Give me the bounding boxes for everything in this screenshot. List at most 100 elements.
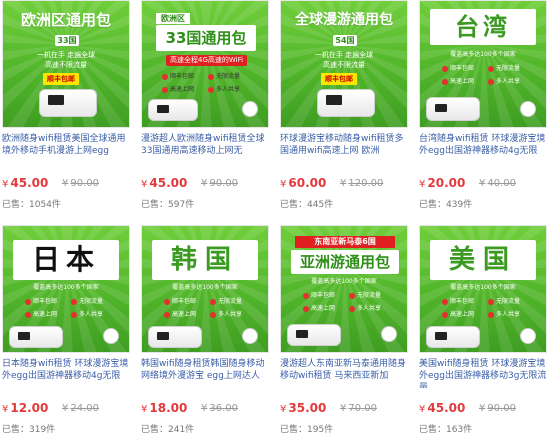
banner-heading: 美国 xyxy=(430,240,536,280)
product-card[interactable]: 台湾 覆盖高多达100多个国家 顺丰包邮 无限流量 高速上网 多人共享 台湾随身… xyxy=(419,0,547,215)
feature-item: 顺丰包邮 xyxy=(160,71,206,83)
product-image[interactable]: 全球漫游通用包 54国 一机在手 走遍全球 高速不限流量 顺丰包邮 xyxy=(280,0,408,128)
price: ¥20.00 xyxy=(419,176,466,190)
router-icon xyxy=(426,326,480,348)
feature-item: 高速上网 xyxy=(440,76,486,88)
router-icon xyxy=(39,89,97,117)
banner-strip: 覆盖高多达100多个国家 xyxy=(450,51,516,58)
feature-item: 高速上网 xyxy=(160,84,206,96)
sold-count: 已售：319件 xyxy=(2,425,56,435)
product-title[interactable]: 日本随身wifi租赁 环球漫游宝境外egg出国游神器移动4g无限 xyxy=(2,358,132,388)
product-image[interactable]: 台湾 覆盖高多达100多个国家 顺丰包邮 无限流量 高速上网 多人共享 xyxy=(419,0,547,128)
shipping-badge-icon xyxy=(520,101,536,117)
feature-item: 高速上网 xyxy=(23,309,69,321)
product-image[interactable]: 欧洲区通用包 33国 一机在手 走遍全球 高速不限流量 顺丰包邮 xyxy=(2,0,130,128)
feature-item: 顺丰包邮 xyxy=(440,63,486,75)
feature-list: 顺丰包邮 无限流量 高速上网 多人共享 xyxy=(23,296,115,324)
router-icon xyxy=(148,326,202,348)
price: ¥18.00 xyxy=(141,401,188,415)
feature-item: 高速上网 xyxy=(440,309,486,321)
sold-count: 已售：597件 xyxy=(141,200,195,210)
product-card[interactable]: 日本 覆盖高多达100多个国家 顺丰包邮 无限流量 高速上网 多人共享 日本随身… xyxy=(2,225,130,440)
sold-count: 已售：195件 xyxy=(280,425,334,435)
feature-item: 高速上网 xyxy=(301,303,347,315)
feature-item: 多人共享 xyxy=(208,309,254,321)
price: ¥12.00 xyxy=(2,401,49,415)
feature-item: 高速上网 xyxy=(162,309,208,321)
product-title[interactable]: 漫游超人东南亚新马泰通用随身移动wifi租赁 马来西亚新加 xyxy=(280,358,410,388)
product-card[interactable]: 东南亚新马泰6国 亚洲游通用包 覆盖高多达100多个国家 顺丰包邮 无限流量 高… xyxy=(280,225,408,440)
feature-item: 多人共享 xyxy=(206,84,252,96)
banner-heading: 全球漫游通用包 xyxy=(295,12,393,28)
sold-count: 已售：1054件 xyxy=(2,200,61,210)
feature-list: 顺丰包邮 无限流量 高速上网 多人共享 xyxy=(162,296,254,324)
original-price: ¥24.00 xyxy=(62,403,100,414)
router-icon xyxy=(426,97,480,121)
feature-item: 无限流量 xyxy=(486,63,532,75)
router-icon xyxy=(9,326,63,348)
product-image[interactable]: 日本 覆盖高多达100多个国家 顺丰包邮 无限流量 高速上网 多人共享 xyxy=(2,225,130,353)
sold-count: 已售：241件 xyxy=(141,425,195,435)
product-card[interactable]: 欧洲区 33国通用包 高速全程4G高速的WiFi 顺丰包邮 无限流量 高速上网 … xyxy=(141,0,269,215)
feature-item: 多人共享 xyxy=(486,309,532,321)
sold-count: 已售：163件 xyxy=(419,425,473,435)
shipping-badge-icon xyxy=(381,326,397,342)
feature-item: 多人共享 xyxy=(347,303,393,315)
banner-sub: 54国 xyxy=(333,35,357,46)
feature-list: 顺丰包邮 无限流量 高速上网 多人共享 xyxy=(440,63,532,91)
original-price: ¥36.00 xyxy=(201,403,239,414)
shipping-badge-icon xyxy=(242,328,258,344)
feature-item: 顺丰包邮 xyxy=(162,296,208,308)
banner-sub: 33国 xyxy=(55,35,79,46)
product-title[interactable]: 韩国wifi随身租赁韩国随身移动网络境外漫游宝 egg上网达人 xyxy=(141,358,271,388)
banner-strip: 高速全程4G高速的WiFi xyxy=(166,55,248,66)
banner-heading: 欧洲区通用包 xyxy=(20,11,111,29)
feature-item: 无限流量 xyxy=(206,71,252,83)
price: ¥35.00 xyxy=(280,401,327,415)
product-card[interactable]: 美国 覆盖高多达100多个国家 顺丰包邮 无限流量 高速上网 多人共享 美国wi… xyxy=(419,225,547,440)
feature-list: 顺丰包邮 无限流量 高速上网 多人共享 xyxy=(160,71,252,99)
feature-item: 无限流量 xyxy=(486,296,532,308)
feature-item: 顺丰包邮 xyxy=(23,296,69,308)
feature-item: 多人共享 xyxy=(486,76,532,88)
banner-line: 高速不限流量 xyxy=(45,61,87,69)
shipping-badge-icon xyxy=(103,328,119,344)
banner-strip: 覆盖高多达100多个国家 xyxy=(33,284,99,291)
feature-item: 无限流量 xyxy=(69,296,115,308)
product-title[interactable]: 美国wifi随身租赁 环球漫游宝境外egg出国游神器移动3g无限流量 xyxy=(419,358,549,388)
banner-strip: 覆盖高多达100多个国家 xyxy=(450,284,516,291)
banner-heading: 日本 xyxy=(13,240,119,280)
product-title[interactable]: 台湾随身wifi租赁 环球漫游宝境外egg出国游神器移动4g无限 xyxy=(419,133,549,163)
sold-count: 已售：439件 xyxy=(419,200,473,210)
price: ¥60.00 xyxy=(280,176,327,190)
banner-line: 一机在手 走遍全球 xyxy=(36,51,96,59)
original-price: ¥90.00 xyxy=(62,178,100,189)
feature-item: 多人共享 xyxy=(69,309,115,321)
product-image[interactable]: 欧洲区 33国通用包 高速全程4G高速的WiFi 顺丰包邮 无限流量 高速上网 … xyxy=(141,0,269,128)
original-price: ¥40.00 xyxy=(479,178,517,189)
router-icon xyxy=(148,99,198,121)
product-card[interactable]: 欧洲区通用包 33国 一机在手 走遍全球 高速不限流量 顺丰包邮 欧洲随身wif… xyxy=(2,0,130,215)
feature-item: 顺丰包邮 xyxy=(440,296,486,308)
product-title[interactable]: 欧洲随身wifi租赁美国全球通用境外移动手机漫游上网egg xyxy=(2,133,132,163)
banner-heading: 亚洲游通用包 xyxy=(291,250,399,274)
banner-heading: 台湾 xyxy=(430,9,536,45)
banner-line: 一机在手 走遍全球 xyxy=(314,51,374,59)
product-card[interactable]: 全球漫游通用包 54国 一机在手 走遍全球 高速不限流量 顺丰包邮 环球漫游宝移… xyxy=(280,0,408,215)
banner-heading: 33国通用包 xyxy=(156,25,256,51)
price: ¥45.00 xyxy=(419,401,466,415)
router-icon xyxy=(287,324,341,346)
product-image[interactable]: 韩国 覆盖高多达100多个国家 顺丰包邮 无限流量 高速上网 多人共享 xyxy=(141,225,269,353)
product-title[interactable]: 漫游超人欧洲随身wifi租赁全球33国通用高速移动上网无 xyxy=(141,133,271,163)
original-price: ¥120.00 xyxy=(340,178,384,189)
feature-list: 顺丰包邮 无限流量 高速上网 多人共享 xyxy=(301,290,393,318)
original-price: ¥70.00 xyxy=(340,403,378,414)
product-title[interactable]: 环球漫游宝移动随身wifi租赁多国通用wifi高速上网 欧洲 xyxy=(280,133,410,163)
product-image[interactable]: 美国 覆盖高多达100多个国家 顺丰包邮 无限流量 高速上网 多人共享 xyxy=(419,225,547,353)
product-image[interactable]: 东南亚新马泰6国 亚洲游通用包 覆盖高多达100多个国家 顺丰包邮 无限流量 高… xyxy=(280,225,408,353)
product-card[interactable]: 韩国 覆盖高多达100多个国家 顺丰包邮 无限流量 高速上网 多人共享 韩国wi… xyxy=(141,225,269,440)
banner-strip: 覆盖高多达100多个国家 xyxy=(172,284,238,291)
price: ¥45.00 xyxy=(2,176,49,190)
banner-tag: 欧洲区 xyxy=(156,13,190,24)
banner-tag: 东南亚新马泰6国 xyxy=(295,236,395,248)
